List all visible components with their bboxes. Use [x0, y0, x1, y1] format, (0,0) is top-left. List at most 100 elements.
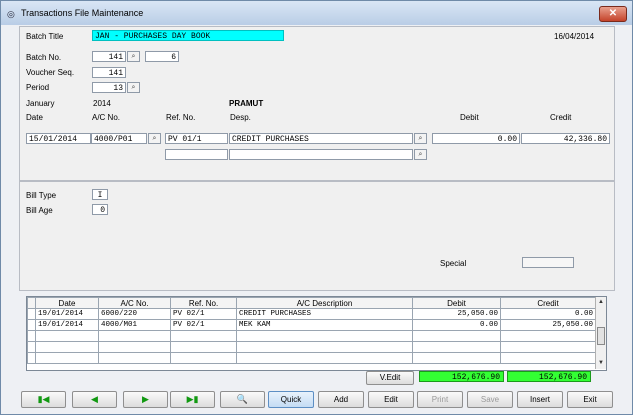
table-row[interactable]: 19/01/2014 4000/M01 PV 02/1 MEK KAM 0.00…: [27, 319, 596, 331]
vedit-button[interactable]: V.Edit: [366, 371, 414, 385]
bill-age-label: Bill Age: [26, 206, 53, 215]
desc-lookup-icon[interactable]: ⌕: [414, 133, 427, 144]
cell-credit: [500, 330, 596, 342]
bill-age-field[interactable]: 0: [92, 204, 108, 215]
col-credit-header: Credit: [550, 113, 572, 122]
table-row[interactable]: 19/01/2014 6000/220 PV 02/1 CREDIT PURCH…: [27, 308, 596, 320]
batch-no-extra-field[interactable]: 6: [145, 51, 179, 62]
entry-desc-field-2[interactable]: [229, 149, 413, 160]
last-record-button[interactable]: ▶▮: [170, 391, 215, 408]
period-lookup-icon[interactable]: ⌕: [127, 82, 140, 93]
cell-desc: [236, 330, 413, 342]
cell-desc: [236, 341, 413, 353]
window-title: Transactions File Maintenance: [21, 8, 144, 18]
bill-type-field[interactable]: I: [92, 189, 108, 200]
voucher-seq-label: Voucher Seq.: [26, 68, 75, 77]
month-label: January: [26, 99, 55, 108]
exit-button[interactable]: Exit: [567, 391, 613, 408]
cell-ac-no: [98, 352, 171, 364]
entry-debit-field[interactable]: 0.00: [432, 133, 520, 144]
cell-debit: [412, 352, 501, 364]
insert-button[interactable]: Insert: [517, 391, 563, 408]
grid-scrollbar[interactable]: ▲ ▼: [595, 297, 606, 369]
cell-debit: 25,050.00: [412, 308, 501, 320]
add-button[interactable]: Add: [318, 391, 364, 408]
ac-lookup-icon[interactable]: ⌕: [148, 133, 161, 144]
next-record-button[interactable]: ▶: [123, 391, 168, 408]
row-selector[interactable]: [27, 330, 36, 342]
grid-col-credit: Credit: [500, 297, 596, 309]
entry-ac-no-field[interactable]: 4000/P01: [91, 133, 147, 144]
batch-no-label: Batch No.: [26, 53, 62, 62]
scroll-thumb[interactable]: [597, 327, 605, 345]
quick-button[interactable]: Quick: [268, 391, 314, 408]
batch-title-label: Batch Title: [26, 32, 64, 41]
search-icon[interactable]: 🔍: [220, 391, 265, 408]
bill-type-label: Bill Type: [26, 191, 57, 200]
voucher-seq-field[interactable]: 141: [92, 67, 126, 78]
grid-col-desc: A/C Description: [236, 297, 413, 309]
cell-date: [35, 352, 99, 364]
cell-credit: 25,050.00: [500, 319, 596, 331]
prev-record-button[interactable]: ◀: [72, 391, 117, 408]
app-window: ◎ Transactions File Maintenance ✕ Batch …: [0, 0, 633, 415]
scroll-down-icon[interactable]: ▼: [596, 358, 606, 368]
cell-date: [35, 330, 99, 342]
period-label: Period: [26, 83, 50, 92]
transactions-grid[interactable]: Date A/C No. Ref. No. A/C Description De…: [26, 296, 607, 371]
cell-ref-no: PV 02/1: [170, 308, 237, 320]
cell-date: [35, 341, 99, 353]
cell-ref-no: [170, 341, 237, 353]
cell-desc: [236, 352, 413, 364]
debit-total: 152,676.90: [419, 371, 504, 382]
special-field[interactable]: [522, 257, 574, 268]
batch-no-field[interactable]: 141: [92, 51, 126, 62]
entry-date-field[interactable]: 15/01/2014: [26, 133, 91, 144]
scroll-up-icon[interactable]: ▲: [596, 297, 606, 307]
col-debit-header: Debit: [460, 113, 479, 122]
print-button[interactable]: Print: [417, 391, 463, 408]
cell-ac-no: [98, 341, 171, 353]
period-field[interactable]: 13: [92, 82, 126, 93]
cell-ref-no: PV 02/1: [170, 319, 237, 331]
entry-credit-field[interactable]: 42,336.80: [521, 133, 610, 144]
account-name: PRAMUT: [229, 99, 264, 108]
entry-ref-no-field-2[interactable]: [165, 149, 228, 160]
grid-col-ref-no: Ref. No.: [170, 297, 237, 309]
cell-ac-no: [98, 330, 171, 342]
transactions-table: Date A/C No. Ref. No. A/C Description De…: [27, 297, 596, 364]
cell-debit: [412, 341, 501, 353]
col-date-header: Date: [26, 113, 43, 122]
first-record-button[interactable]: ▮◀: [21, 391, 66, 408]
row-selector[interactable]: [27, 308, 36, 320]
app-icon: ◎: [7, 9, 15, 19]
cell-ac-no: 6000/220: [98, 308, 171, 320]
row-selector[interactable]: [27, 352, 36, 364]
bill-panel: Bill Type I Bill Age 0 Special: [19, 181, 615, 291]
table-row[interactable]: [27, 330, 596, 342]
cell-credit: [500, 341, 596, 353]
table-row[interactable]: [27, 341, 596, 353]
save-button[interactable]: Save: [467, 391, 513, 408]
cell-debit: [412, 330, 501, 342]
table-row[interactable]: [27, 352, 596, 364]
special-label: Special: [440, 259, 467, 268]
batch-title-field[interactable]: JAN - PURCHASES DAY BOOK: [92, 30, 284, 41]
cell-credit: [500, 352, 596, 364]
col-desc-header: Desp.: [230, 113, 251, 122]
year-label: 2014: [93, 99, 111, 108]
batch-date: 16/04/2014: [554, 32, 595, 41]
cell-credit: 0.00: [500, 308, 596, 320]
grid-col-ac-no: A/C No.: [98, 297, 171, 309]
row-selector[interactable]: [27, 319, 36, 331]
entry-desc-field[interactable]: CREDIT PURCHASES: [229, 133, 413, 144]
desc-lookup-icon-2[interactable]: ⌕: [414, 149, 427, 160]
cell-ref-no: [170, 330, 237, 342]
edit-button[interactable]: Edit: [368, 391, 414, 408]
cell-debit: 0.00: [412, 319, 501, 331]
entry-ref-no-field[interactable]: PV 01/1: [165, 133, 228, 144]
cell-ref-no: [170, 352, 237, 364]
row-selector[interactable]: [27, 341, 36, 353]
close-button[interactable]: ✕: [599, 6, 627, 22]
batch-lookup-icon[interactable]: ⌕: [127, 51, 140, 62]
